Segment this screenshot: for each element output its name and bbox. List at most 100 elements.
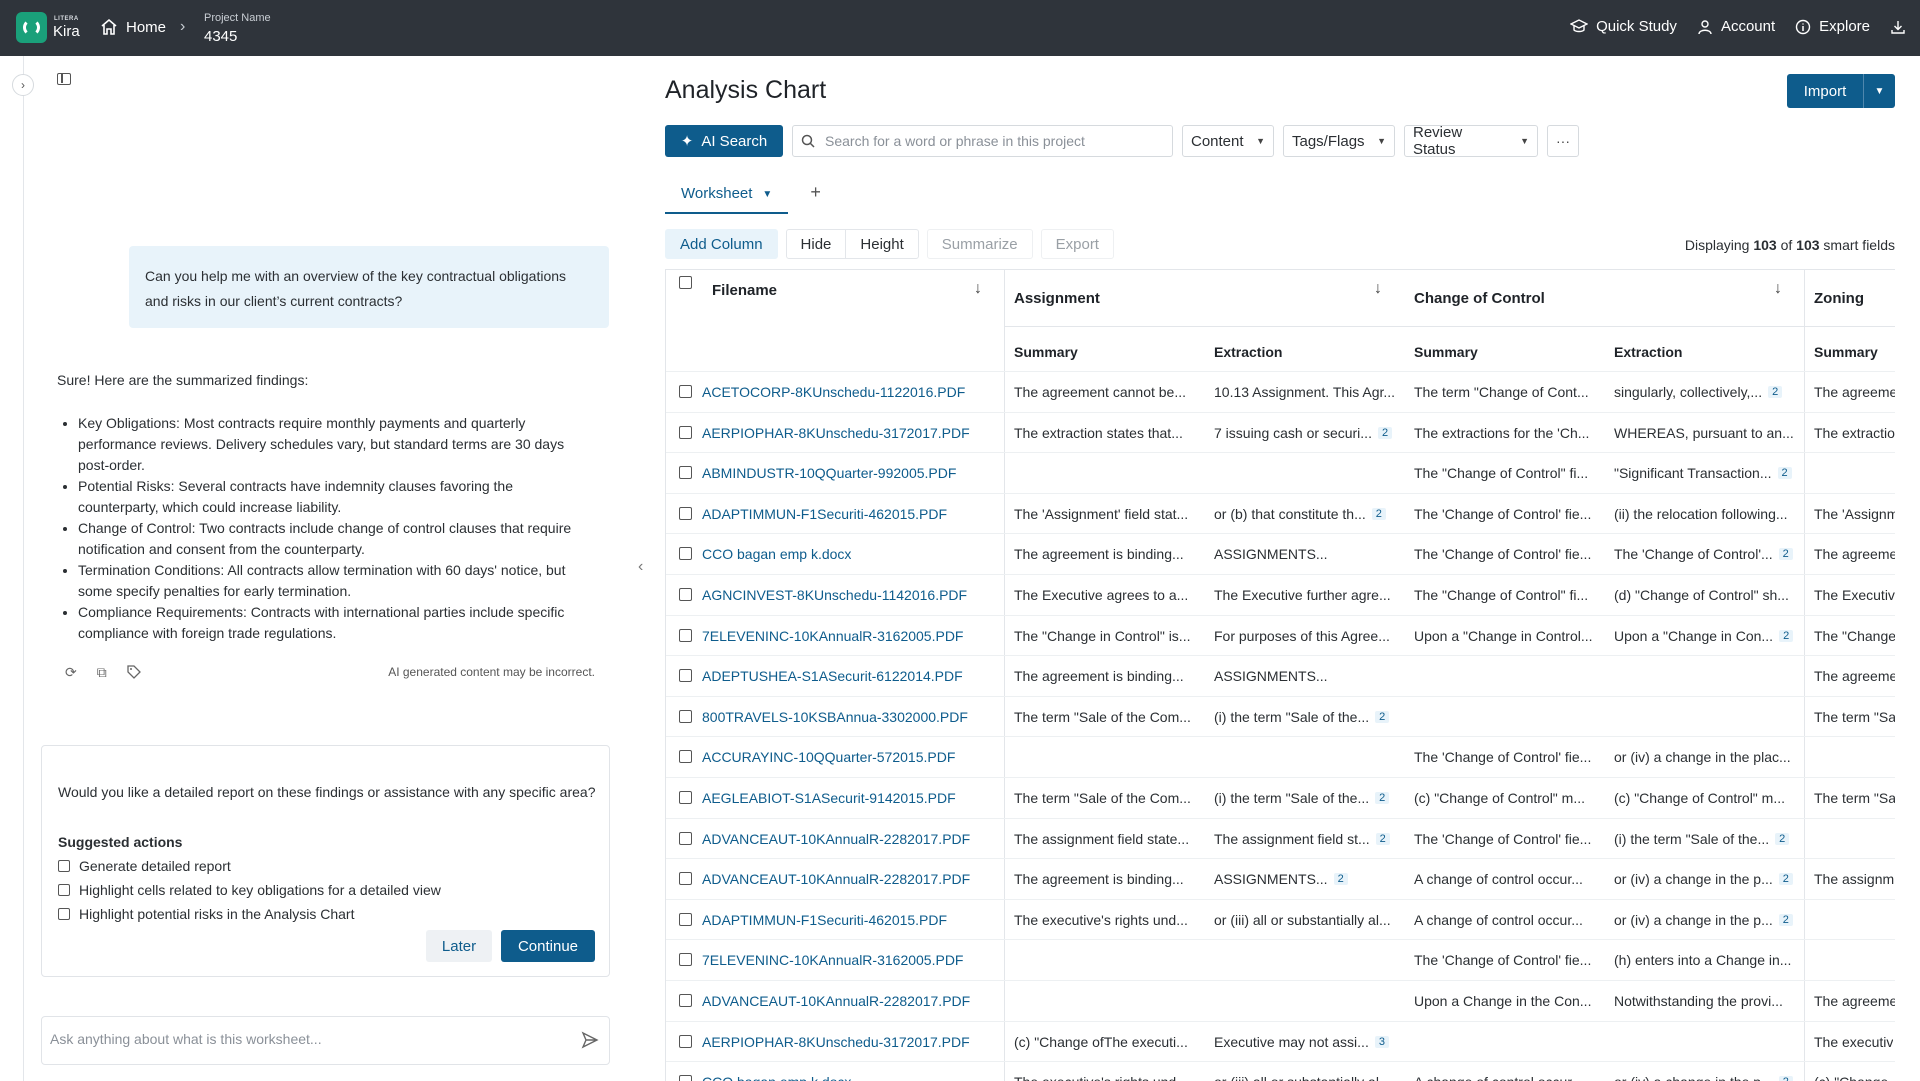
coc-summary-cell[interactable]: The 'Change of Control' fie... <box>1414 494 1604 534</box>
coc-extraction-cell[interactable]: (i) the term "Sale of the... 2 <box>1614 819 1804 859</box>
coc-summary-cell[interactable]: A change of control occur... <box>1414 859 1604 899</box>
zoning-summary-cell[interactable]: The term "Sa <box>1814 778 1895 818</box>
zoning-summary-cell[interactable]: The agreeme <box>1814 534 1895 574</box>
filename-cell[interactable]: ADAPTIMMUN-F1Securiti-462015.PDF <box>702 900 1002 940</box>
extraction-count-badge[interactable]: 2 <box>1775 832 1790 845</box>
extraction-count-badge[interactable]: 2 <box>1371 507 1386 520</box>
more-options-button[interactable]: ··· <box>1547 125 1579 157</box>
table-row[interactable]: ACCURAYINC-10QQuarter-572015.PDF The 'Cha… <box>666 736 1895 776</box>
table-row[interactable]: ADVANCEAUT-10KAnnualR-2282017.PDF The agr… <box>666 858 1895 898</box>
coc-summary-cell[interactable]: The "Change of Control" fi... <box>1414 575 1604 615</box>
coc-extraction-cell[interactable]: or (iv) a change in the p... 2 <box>1614 859 1804 899</box>
extraction-count-badge[interactable]: 2 <box>1778 913 1793 926</box>
filename-cell[interactable]: ADVANCEAUT-10KAnnualR-2282017.PDF <box>702 859 1002 899</box>
quick-study-link[interactable]: Quick Study <box>1570 18 1677 35</box>
home-link[interactable]: Home <box>100 18 166 36</box>
filename-cell[interactable]: ADVANCEAUT-10KAnnualR-2282017.PDF <box>702 981 1002 1021</box>
checkbox[interactable] <box>58 908 70 920</box>
filename-cell[interactable]: AGNCINVEST-8KUnschedu-1142016.PDF <box>702 575 1002 615</box>
tag-icon[interactable] <box>127 665 141 679</box>
filename-cell[interactable]: ACETOCORP-8KUnschedu-1122016.PDF <box>702 372 1002 412</box>
extraction-count-badge[interactable]: 2 <box>1375 792 1390 804</box>
extraction-count-badge[interactable]: 2 <box>1333 873 1348 886</box>
coc-summary-cell[interactable]: Upon a "Change in Control... <box>1414 616 1604 656</box>
assignment-extraction-cell[interactable] <box>1214 453 1404 493</box>
assignment-summary-cell[interactable] <box>1014 940 1204 980</box>
zoning-summary-cell[interactable]: (c) "Change <box>1814 1062 1895 1081</box>
coc-summary-header[interactable]: Summary <box>1404 326 1604 377</box>
coc-extraction-header[interactable]: Extraction <box>1604 326 1804 377</box>
kira-logo[interactable] <box>16 12 47 43</box>
coc-extraction-cell[interactable]: (ii) the relocation following... <box>1614 494 1804 534</box>
zoning-summary-cell[interactable]: The term "Sa <box>1814 697 1895 737</box>
assignment-extraction-cell[interactable]: (i) the term "Sale of the... 2 <box>1214 778 1404 818</box>
suggestion-highlight-risks[interactable]: Highlight potential risks in the Analysi… <box>58 906 354 922</box>
zoning-summary-cell[interactable] <box>1814 940 1895 980</box>
ai-search-button[interactable]: ✦ AI Search <box>665 125 783 157</box>
filename-cell[interactable]: 7ELEVENINC-10KAnnualR-3162005.PDF <box>702 940 1002 980</box>
coc-summary-cell[interactable]: The 'Change of Control' fie... <box>1414 819 1604 859</box>
zoning-summary-cell[interactable] <box>1814 900 1895 940</box>
filename-cell[interactable]: ACCURAYINC-10QQuarter-572015.PDF <box>702 737 1002 777</box>
summarize-button[interactable]: Summarize <box>926 229 1033 259</box>
coc-summary-cell[interactable]: The "Change of Control" fi... <box>1414 453 1604 493</box>
row-checkbox[interactable] <box>679 750 692 764</box>
extraction-count-badge[interactable]: 3 <box>1374 1035 1389 1048</box>
coc-extraction-cell[interactable]: (h) enters into a Change in... <box>1614 940 1804 980</box>
table-row[interactable]: CCO bagan emp k.docx The agreement is bin… <box>666 533 1895 573</box>
filename-cell[interactable]: ADAPTIMMUN-F1Securiti-462015.PDF <box>702 494 1002 534</box>
table-row[interactable]: 800TRAVELS-10KSBAnnua-3302000.PDF The ter… <box>666 695 1895 737</box>
assignment-extraction-cell[interactable]: 7 issuing cash or securi... 2 <box>1214 413 1404 453</box>
coc-extraction-cell[interactable] <box>1614 1022 1804 1062</box>
coc-extraction-cell[interactable]: or (iv) a change in the plac... <box>1614 737 1804 777</box>
row-checkbox[interactable] <box>679 588 692 601</box>
zoning-summary-cell[interactable]: The executiv <box>1814 1022 1895 1062</box>
assignment-extraction-cell[interactable]: or (iii) all or substantially al... <box>1214 900 1404 940</box>
export-button[interactable]: Export <box>1040 229 1114 259</box>
assignment-extraction-cell[interactable]: or (b) that constitute th... 2 <box>1214 494 1404 534</box>
table-row[interactable]: ADVANCEAUT-10KAnnualR-2282017.PDF Upon a … <box>666 980 1895 1020</box>
extraction-count-badge[interactable]: 2 <box>1375 832 1390 845</box>
coc-extraction-cell[interactable]: Notwithstanding the provi... <box>1614 981 1804 1021</box>
assignment-extraction-cell[interactable]: ASSIGNMENTS... <box>1214 534 1404 574</box>
toggle-sidebar-icon[interactable] <box>57 73 71 85</box>
table-row[interactable]: AERPIOPHAR-8KUnschedu-3172017.PDF (c) "Ch… <box>666 1020 1895 1062</box>
extraction-count-badge[interactable]: 2 <box>1768 386 1783 398</box>
extraction-count-badge[interactable]: 2 <box>1778 548 1793 561</box>
zoning-header[interactable]: Zoning <box>1804 270 1895 326</box>
table-row[interactable]: 7ELEVENINC-10KAnnualR-3162005.PDF The 'Ch… <box>666 939 1895 979</box>
assignment-extraction-cell[interactable] <box>1214 737 1404 777</box>
coc-summary-cell[interactable]: The 'Change of Control' fie... <box>1414 534 1604 574</box>
send-icon[interactable] <box>581 1031 599 1049</box>
assignment-extraction-cell[interactable] <box>1214 981 1404 1021</box>
suggestion-generate-report[interactable]: Generate detailed report <box>58 858 231 874</box>
coc-summary-cell[interactable]: (c) "Change of Control" m... <box>1414 778 1604 818</box>
height-button[interactable]: Height <box>845 230 917 258</box>
select-all-checkbox[interactable] <box>679 276 692 289</box>
zoning-summary-cell[interactable]: The Executiv <box>1814 575 1895 615</box>
suggestion-highlight-obligations[interactable]: Highlight cells related to key obligatio… <box>58 882 441 898</box>
row-checkbox[interactable] <box>679 1075 692 1081</box>
collapse-panel-icon[interactable]: ‹ <box>638 558 643 576</box>
caret-down-icon[interactable]: ▼ <box>1864 86 1895 97</box>
table-row[interactable]: CCO bagan emp k.docx The executive's righ… <box>666 1061 1895 1081</box>
row-checkbox[interactable] <box>679 425 692 439</box>
download-button[interactable] <box>1890 19 1906 35</box>
explore-link[interactable]: Explore <box>1795 18 1870 35</box>
row-checkbox[interactable] <box>679 506 692 520</box>
coc-summary-cell[interactable] <box>1414 1022 1604 1062</box>
assignment-extraction-cell[interactable]: The assignment field st... 2 <box>1214 819 1404 859</box>
table-row[interactable]: ADAPTIMMUN-F1Securiti-462015.PDF The exec… <box>666 898 1895 940</box>
chat-input[interactable] <box>50 1031 550 1047</box>
assignment-summary-cell[interactable] <box>1014 453 1204 493</box>
sort-arrow-icon[interactable]: ↓ <box>1774 280 1782 298</box>
change-of-control-header[interactable]: Change of Control <box>1404 270 1804 326</box>
filename-cell[interactable]: CCO bagan emp k.docx <box>702 534 1002 574</box>
zoning-summary-cell[interactable]: The agreeme <box>1814 981 1895 1021</box>
assignment-summary-header[interactable]: Summary <box>1004 326 1204 377</box>
row-checkbox[interactable] <box>679 994 692 1007</box>
zoning-summary-cell[interactable] <box>1814 819 1895 859</box>
account-link[interactable]: Account <box>1697 18 1775 35</box>
table-row[interactable]: AEGLEABIOT-S1ASecurit-9142015.PDF The ter… <box>666 777 1895 817</box>
review-status-filter[interactable]: Review Status ▼ <box>1404 124 1538 158</box>
